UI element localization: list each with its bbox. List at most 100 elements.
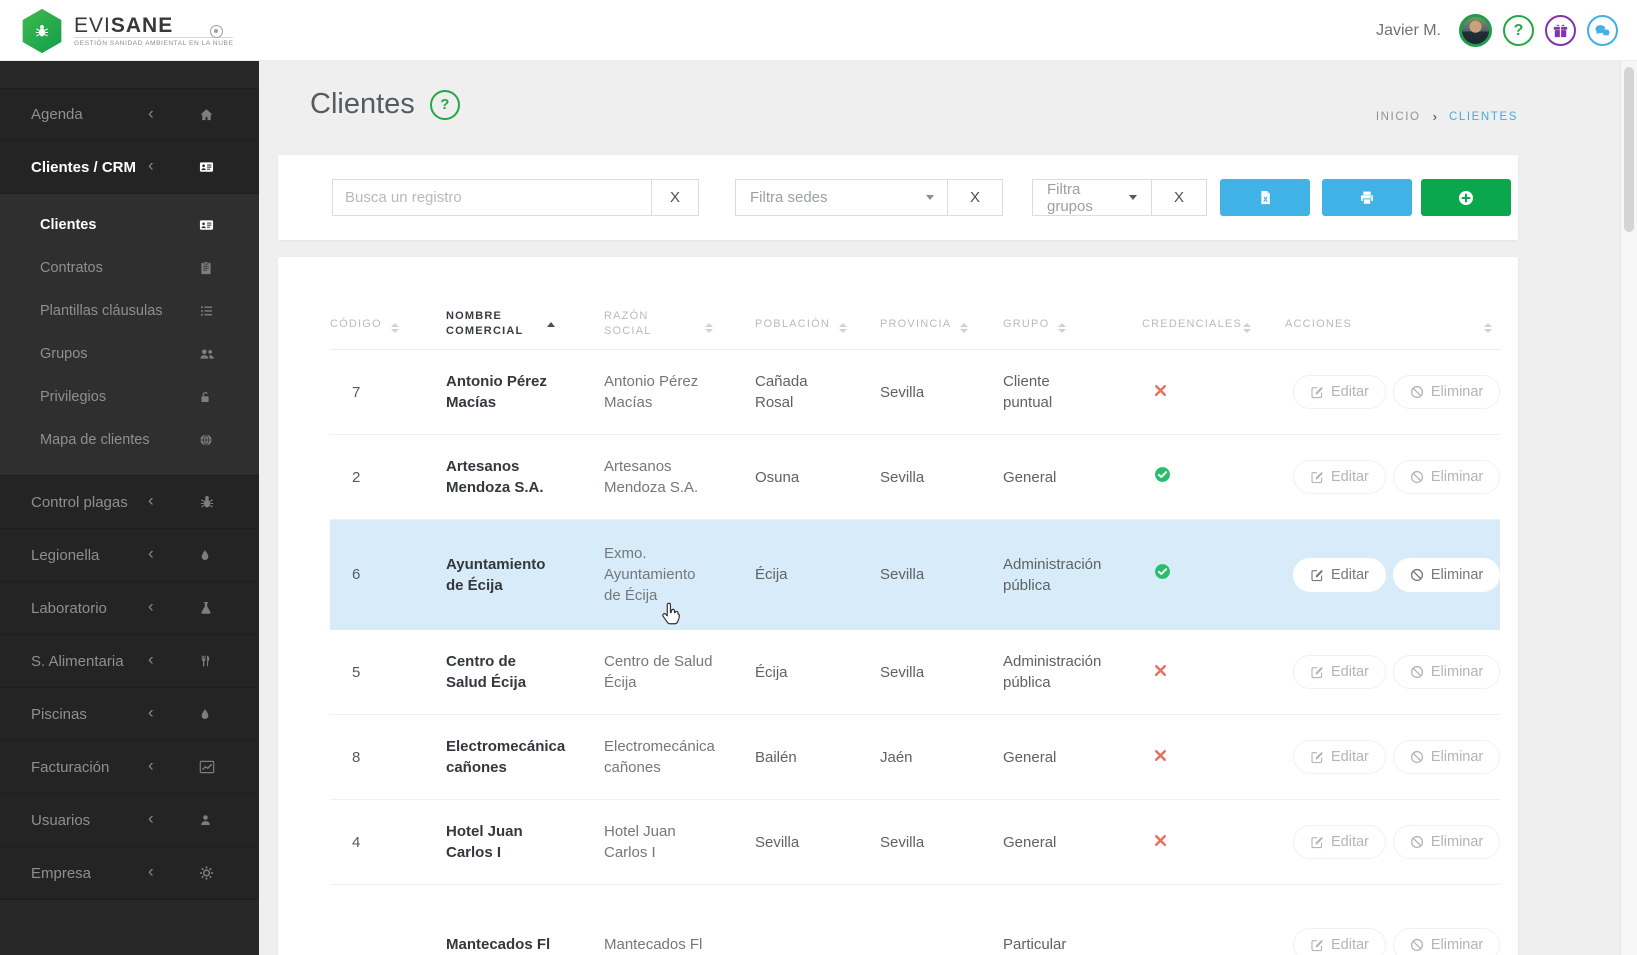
col-razon-social[interactable]: RAZÓN SOCIAL	[604, 309, 755, 339]
cell-codigo: 5	[352, 663, 361, 681]
header-actions: Javier M. ?	[1376, 0, 1618, 61]
edit-button[interactable]: Editar	[1293, 927, 1386, 955]
sidebar-item-agenda[interactable]: Agenda	[0, 88, 259, 141]
check-circle-icon	[1154, 563, 1171, 586]
table-row[interactable]: 6 Ayuntamiento de Écija Exmo. Ayuntamien…	[330, 520, 1501, 630]
edit-button[interactable]: Editar	[1293, 375, 1386, 409]
col-credenciales[interactable]: CREDENCIALES	[1142, 315, 1285, 334]
cell-razon-social: Artesanos Mendoza S.A.	[604, 458, 699, 496]
sidebar-item-s-alimentaria[interactable]: S. Alimentaria	[0, 635, 259, 688]
cell-acciones: Editar Eliminar	[1285, 655, 1501, 689]
sort-icon	[705, 323, 713, 334]
printer-icon	[1359, 190, 1375, 206]
edit-button[interactable]: Editar	[1293, 825, 1386, 859]
scrollbar[interactable]	[1620, 61, 1637, 955]
table-row[interactable]: 4 Hotel Juan Carlos I Hotel Juan Carlos …	[330, 800, 1501, 885]
ban-icon	[1410, 938, 1424, 952]
sidebar-item-plantillas-clausulas[interactable]: Plantillas cláusulas	[0, 289, 259, 332]
table-row[interactable]: Mantecados Fl Mantecados Fl Particular E…	[330, 885, 1501, 955]
add-client-button[interactable]	[1421, 179, 1511, 216]
page-title: Clientes	[310, 88, 415, 120]
gift-icon[interactable]	[1545, 15, 1576, 46]
sidebar-item-usuarios[interactable]: Usuarios	[0, 794, 259, 847]
edit-button[interactable]: Editar	[1293, 740, 1386, 774]
delete-button[interactable]: Eliminar	[1392, 557, 1501, 592]
filter-sedes-select[interactable]: Filtra sedes	[735, 179, 948, 216]
plus-circle-icon	[1458, 190, 1474, 206]
sidebar-item-clientes-crm[interactable]: Clientes / CRM	[0, 141, 259, 194]
clear-grupos-button[interactable]: X	[1151, 179, 1207, 216]
chevron-left-icon	[148, 155, 154, 175]
cell-credenciales	[1142, 832, 1285, 853]
print-button[interactable]	[1322, 179, 1412, 216]
user-name[interactable]: Javier M.	[1376, 22, 1441, 40]
delete-button[interactable]: Eliminar	[1392, 375, 1501, 409]
page-help-icon[interactable]: ?	[429, 89, 460, 120]
cell-provincia: Sevilla	[880, 566, 925, 583]
flask-icon	[199, 601, 213, 615]
scrollbar-thumb[interactable]	[1624, 67, 1634, 232]
chevron-left-icon	[148, 543, 154, 563]
sidebar-item-grupos[interactable]: Grupos	[0, 332, 259, 375]
cell-nombre-comercial: Electromecánica cañones	[446, 738, 566, 776]
sidebar-item-facturacion[interactable]: Facturación	[0, 741, 259, 794]
excel-file-icon	[1258, 190, 1273, 205]
sidebar-item-piscinas[interactable]: Piscinas	[0, 688, 259, 741]
sidebar-item-laboratorio[interactable]: Laboratorio	[0, 582, 259, 635]
table-row[interactable]: 2 Artesanos Mendoza S.A. Artesanos Mendo…	[330, 435, 1501, 520]
delete-button[interactable]: Eliminar	[1392, 740, 1501, 774]
search-input[interactable]	[332, 179, 652, 216]
chat-icon[interactable]	[1587, 15, 1618, 46]
sidebar-item-clientes[interactable]: Clientes	[0, 203, 259, 246]
x-mark-icon	[1154, 747, 1167, 768]
filter-bar: X Filtra sedes X Filtra grupos X	[278, 155, 1518, 240]
cell-acciones: Editar Eliminar	[1285, 825, 1501, 859]
filter-grupos-select[interactable]: Filtra grupos	[1032, 179, 1152, 216]
table-row[interactable]: 8 Electromecánica cañones Electromecánic…	[330, 715, 1501, 800]
cell-grupo: General	[1003, 468, 1057, 486]
sidebar-item-privilegios[interactable]: Privilegios	[0, 375, 259, 418]
edit-button[interactable]: Editar	[1293, 655, 1386, 689]
edit-button[interactable]: Editar	[1293, 557, 1386, 592]
col-acciones[interactable]: ACCIONES	[1285, 315, 1500, 334]
cell-codigo: 7	[352, 383, 361, 401]
cell-nombre-comercial: Hotel Juan Carlos I	[446, 823, 523, 861]
x-mark-icon	[1154, 832, 1167, 853]
user-icon	[199, 814, 212, 827]
breadcrumb: INICIO › CLIENTES	[1376, 109, 1518, 124]
breadcrumb-clientes: CLIENTES	[1448, 110, 1518, 123]
cell-grupo: General	[1003, 748, 1057, 766]
table-row[interactable]: 7 Antonio Pérez Macías Antonio Pérez Mac…	[330, 350, 1501, 435]
sidebar-item-contratos[interactable]: Contratos	[0, 246, 259, 289]
clear-sedes-button[interactable]: X	[947, 179, 1003, 216]
help-icon[interactable]: ?	[1503, 15, 1534, 46]
col-provincia[interactable]: PROVINCIA	[880, 315, 1003, 334]
target-icon[interactable]	[210, 25, 223, 38]
sidebar-item-legionella[interactable]: Legionella	[0, 529, 259, 582]
breadcrumb-inicio[interactable]: INICIO	[1376, 111, 1421, 123]
chevron-left-icon	[148, 702, 154, 722]
cell-razon-social: Hotel Juan Carlos I	[604, 823, 676, 861]
delete-button[interactable]: Eliminar	[1392, 460, 1501, 494]
export-excel-button[interactable]	[1220, 179, 1310, 216]
sort-icon	[1058, 323, 1066, 334]
table-row[interactable]: 5 Centro de Salud Écija Centro de Salud …	[330, 630, 1501, 715]
sidebar-item-control-plagas[interactable]: Control plagas	[0, 476, 259, 529]
delete-button[interactable]: Eliminar	[1392, 825, 1501, 859]
col-grupo[interactable]: GRUPO	[1003, 315, 1142, 334]
clear-search-button[interactable]: X	[651, 179, 699, 216]
edit-icon	[1310, 938, 1324, 952]
sidebar-item-mapa-de-clientes[interactable]: Mapa de clientes	[0, 418, 259, 461]
edit-icon	[1310, 470, 1324, 484]
delete-button[interactable]: Eliminar	[1392, 927, 1501, 955]
cell-acciones: Editar Eliminar	[1285, 927, 1501, 955]
col-nombre-comercial[interactable]: NOMBRE COMERCIAL	[446, 309, 604, 339]
col-poblacion[interactable]: POBLACIÓN	[755, 315, 880, 334]
edit-button[interactable]: Editar	[1293, 460, 1386, 494]
col-codigo[interactable]: CÓDIGO	[330, 315, 446, 334]
delete-button[interactable]: Eliminar	[1392, 655, 1501, 689]
user-avatar[interactable]	[1459, 14, 1492, 47]
app-logo[interactable]: EVISANE GESTIÓN SANIDAD AMBIENTAL EN LA …	[20, 8, 234, 54]
sidebar-item-empresa[interactable]: Empresa	[0, 847, 259, 900]
globe-icon	[199, 433, 213, 447]
